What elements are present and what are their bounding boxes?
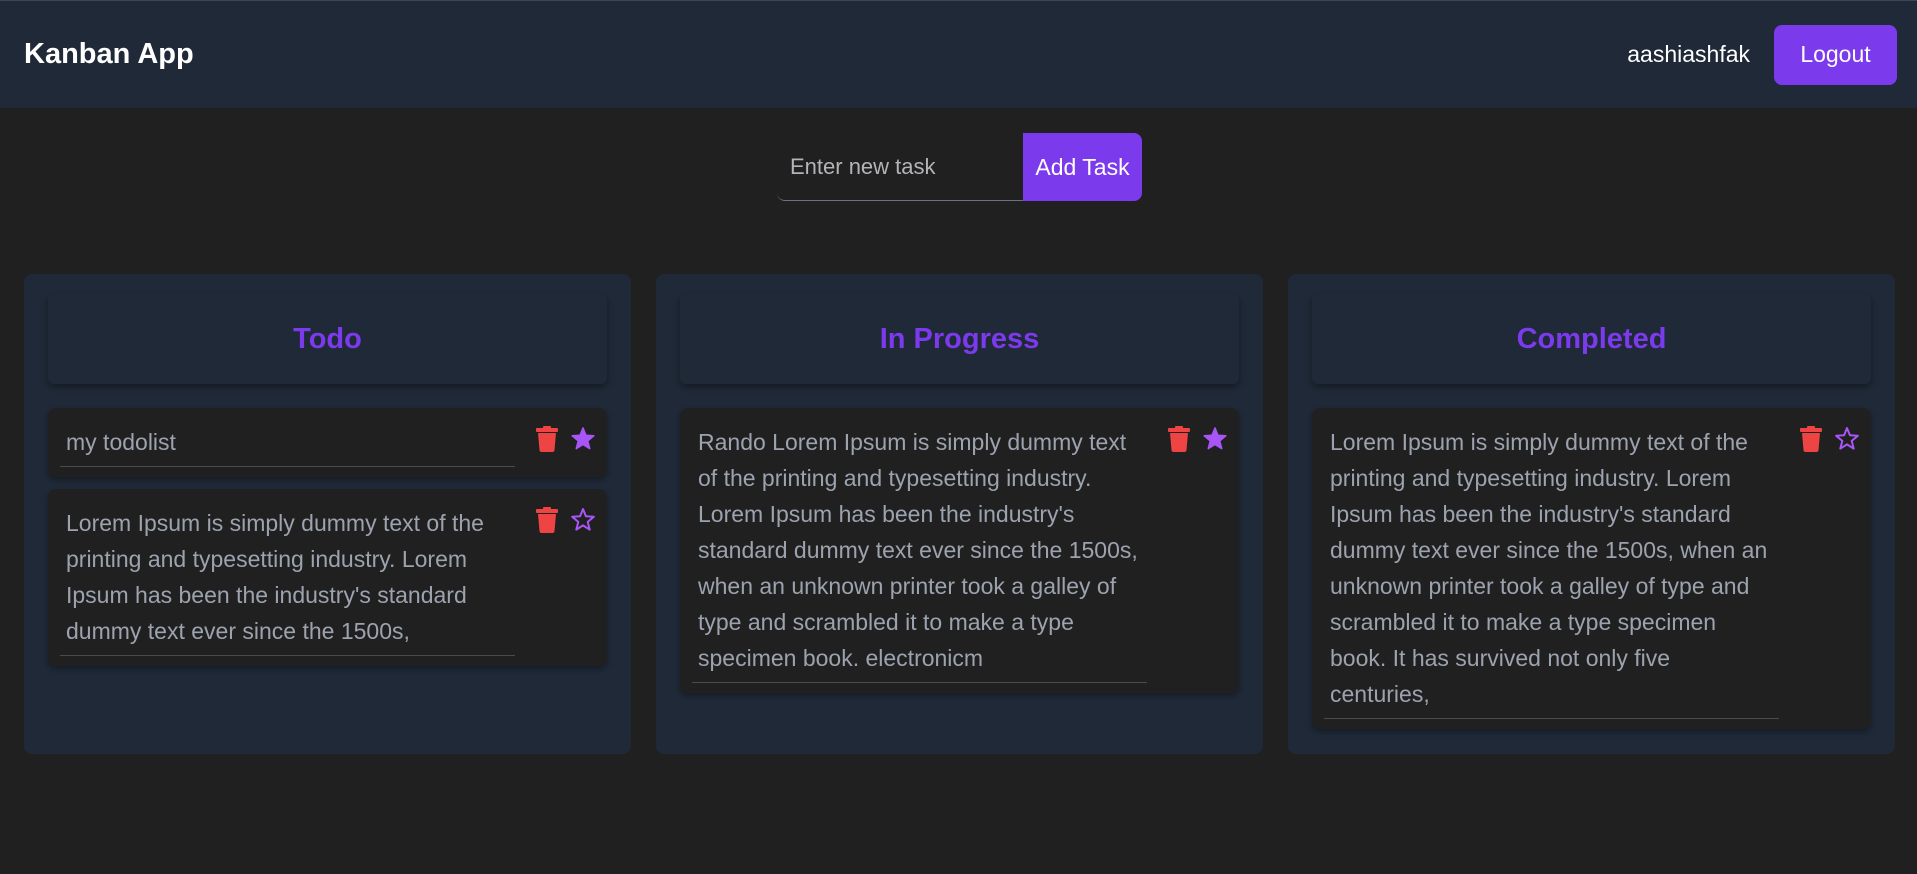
nav-right: aashiashfak Logout: [1627, 24, 1897, 85]
star-outline-icon[interactable]: [1835, 426, 1859, 452]
task-card[interactable]: Lorem Ipsum is simply dummy text of the …: [1312, 408, 1871, 729]
star-icon[interactable]: [1203, 426, 1227, 452]
logout-button[interactable]: Logout: [1774, 24, 1897, 85]
column-header: Completed: [1312, 294, 1871, 384]
column-todo: Todo my todolist Lorem Ipsum is simply d…: [24, 274, 631, 754]
column-title: Completed: [1516, 322, 1667, 355]
trash-icon[interactable]: [535, 426, 559, 452]
task-card[interactable]: my todolist: [48, 408, 607, 477]
column-title: In Progress: [879, 322, 1040, 355]
task-text: my todolist: [60, 424, 515, 467]
task-actions: [535, 424, 595, 452]
trash-icon[interactable]: [1799, 426, 1823, 452]
add-task-form: Add Task: [777, 133, 1142, 201]
kanban-board: Todo my todolist Lorem Ipsum is simply d…: [24, 274, 1895, 754]
add-task-button[interactable]: Add Task: [1023, 133, 1142, 201]
task-text: Lorem Ipsum is simply dummy text of the …: [1324, 424, 1779, 719]
task-actions: [1167, 424, 1227, 452]
trash-icon[interactable]: [1167, 426, 1191, 452]
task-card[interactable]: Rando Lorem Ipsum is simply dummy text o…: [680, 408, 1239, 693]
star-icon[interactable]: [571, 426, 595, 452]
username: aashiashfak: [1627, 41, 1750, 67]
trash-icon[interactable]: [535, 507, 559, 533]
new-task-input[interactable]: [777, 133, 1023, 201]
task-actions: [1799, 424, 1859, 452]
navbar: Kanban App aashiashfak Logout: [0, 0, 1917, 108]
task-text: Rando Lorem Ipsum is simply dummy text o…: [692, 424, 1147, 683]
column-header: In Progress: [680, 294, 1239, 384]
star-outline-icon[interactable]: [571, 507, 595, 533]
column-completed: Completed Lorem Ipsum is simply dummy te…: [1288, 274, 1895, 754]
column-title: Todo: [293, 322, 362, 355]
app-brand: Kanban App: [24, 38, 194, 70]
task-text: Lorem Ipsum is simply dummy text of the …: [60, 505, 515, 656]
column-in-progress: In Progress Rando Lorem Ipsum is simply …: [656, 274, 1263, 754]
task-actions: [535, 505, 595, 533]
task-card[interactable]: Lorem Ipsum is simply dummy text of the …: [48, 489, 607, 666]
column-header: Todo: [48, 294, 607, 384]
